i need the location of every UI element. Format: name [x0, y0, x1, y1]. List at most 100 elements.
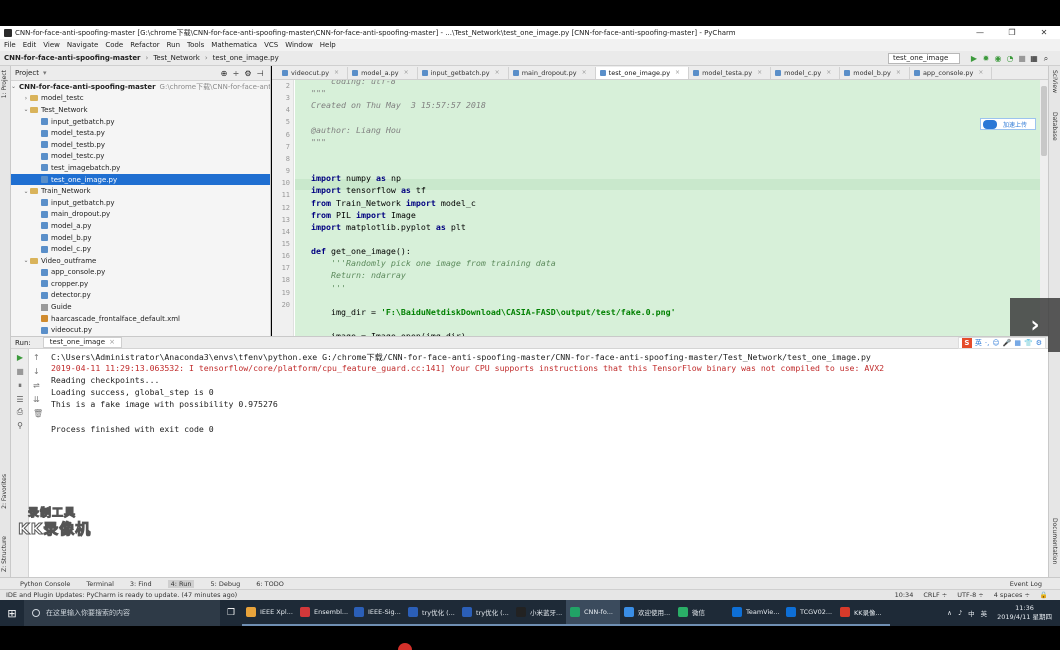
menu-item-mathematica[interactable]: Mathematica: [211, 41, 257, 49]
run-config-select[interactable]: test_one_image: [888, 53, 960, 64]
menu-item-view[interactable]: View: [43, 41, 60, 49]
database-tool-tab[interactable]: Database: [1051, 112, 1058, 141]
close-icon[interactable]: ×: [582, 67, 587, 79]
taskbar-app[interactable]: 微信: [674, 600, 728, 626]
chevron-icon[interactable]: ⌄: [22, 106, 30, 113]
taskbar-app[interactable]: TeamVie...: [728, 600, 782, 626]
tree-item[interactable]: model_a.py: [11, 220, 270, 232]
run-icon[interactable]: ▶: [968, 53, 980, 64]
structure-icon[interactable]: ▦: [1028, 53, 1040, 64]
taskbar-app[interactable]: try优化 (...: [404, 600, 458, 626]
stop-icon[interactable]: ■: [1016, 53, 1028, 64]
sogou-icon[interactable]: S: [961, 338, 972, 348]
taskbar-search[interactable]: 在这里输入你要搜索的内容: [24, 600, 220, 626]
close-icon[interactable]: ×: [109, 338, 115, 346]
tree-item[interactable]: haarcascade_frontalface_default.xml: [11, 313, 270, 325]
minimize-button[interactable]: —: [964, 26, 996, 39]
tree-item[interactable]: ⌄ Video_outframe: [11, 255, 270, 267]
breadcrumb-folder[interactable]: Test_Network: [153, 54, 200, 62]
hide-icon[interactable]: ⊣: [254, 69, 266, 78]
run-tab[interactable]: test_one_image ×: [42, 337, 122, 348]
close-icon[interactable]: ×: [757, 67, 762, 79]
file-encoding[interactable]: UTF-8 ÷: [957, 591, 983, 599]
close-button[interactable]: ✕: [1028, 26, 1060, 39]
rerun-icon[interactable]: ▶: [14, 353, 26, 362]
tab-videocut-py[interactable]: videocut.py ×: [278, 67, 349, 79]
close-icon[interactable]: ×: [978, 67, 983, 79]
close-icon[interactable]: ×: [404, 67, 409, 79]
tab-test-one-image-py[interactable]: test_one_image.py ×: [595, 67, 690, 79]
tree-item[interactable]: videocut.py: [11, 324, 270, 336]
tray-icon[interactable]: 英: [981, 608, 988, 618]
up-arrow-icon[interactable]: ↑: [33, 353, 40, 362]
menu-item-file[interactable]: File: [4, 41, 16, 49]
tray-icon[interactable]: ∧: [947, 609, 952, 617]
search-everywhere-icon[interactable]: ⌕: [1040, 53, 1052, 64]
indent-setting[interactable]: 4 spaces ÷: [994, 591, 1030, 599]
taskbar-app[interactable]: try优化 (...: [458, 600, 512, 626]
structure-tool-tab[interactable]: Z: Structure: [1, 536, 8, 572]
locate-icon[interactable]: ⊕: [218, 69, 230, 78]
down-arrow-icon[interactable]: ↓: [33, 367, 40, 376]
taskbar-app[interactable]: CNN-fo...: [566, 600, 620, 626]
status-message[interactable]: IDE and Plugin Updates: PyCharm is ready…: [6, 591, 237, 599]
breadcrumb-project[interactable]: CNN-for-face-anti-spoofing-master: [4, 54, 141, 62]
menu-item-tools[interactable]: Tools: [187, 41, 204, 49]
coverage-icon[interactable]: ◉: [992, 53, 1004, 64]
trash-icon[interactable]: 🗑: [33, 409, 43, 418]
run-console[interactable]: ↑ ↓ ⇌ ⇊ 🗑 C:\Users\Administrator\Anacond…: [29, 349, 1048, 577]
tab-model-a-py[interactable]: model_a.py ×: [348, 67, 418, 79]
favorites-tool-tab[interactable]: 2: Favorites: [1, 474, 8, 509]
bottom-tab-5-debug[interactable]: 5: Debug: [210, 580, 240, 588]
gear-icon[interactable]: ⚙: [242, 69, 254, 78]
ime-button[interactable]: 🎤: [1003, 339, 1012, 347]
tree-item[interactable]: cropper.py: [11, 278, 270, 290]
menu-item-navigate[interactable]: Navigate: [67, 41, 98, 49]
close-icon[interactable]: ×: [826, 67, 831, 79]
ime-button[interactable]: 英: [975, 338, 982, 348]
project-root[interactable]: ⌄ CNN-for-face-anti-spoofing-master G:\chr…: [11, 81, 270, 93]
close-icon[interactable]: ×: [675, 67, 680, 79]
taskbar-app[interactable]: 小米蓝牙...: [512, 600, 566, 626]
ime-button[interactable]: ☺: [992, 339, 999, 347]
ime-button[interactable]: 👕: [1024, 339, 1033, 347]
taskbar-clock[interactable]: 11:36 2019/4/11 星期四: [997, 604, 1052, 622]
tree-item[interactable]: input_getbatch.py: [11, 116, 270, 128]
menu-item-edit[interactable]: Edit: [23, 41, 37, 49]
tree-item[interactable]: › model_testc: [11, 93, 270, 105]
bottom-tab-terminal[interactable]: Terminal: [86, 580, 113, 588]
ime-button[interactable]: ⚙: [1036, 339, 1042, 347]
sciview-tool-tab[interactable]: SciView: [1051, 70, 1058, 93]
documentation-tool-tab[interactable]: Documentation: [1051, 518, 1058, 564]
tree-item[interactable]: Guide: [11, 301, 270, 313]
bottom-tab-4-run[interactable]: 4: Run: [167, 579, 195, 588]
chevron-icon[interactable]: ⌄: [22, 257, 30, 264]
taskbar-app[interactable]: Ensembl...: [296, 600, 350, 626]
close-icon[interactable]: ×: [495, 67, 500, 79]
taskbar-app[interactable]: TCGV02...: [782, 600, 836, 626]
tab-app-console-py[interactable]: app_console.py ×: [910, 67, 993, 79]
tree-item[interactable]: model_testb.py: [11, 139, 270, 151]
tree-item[interactable]: ⌄ Train_Network: [11, 185, 270, 197]
project-view-select[interactable]: Project: [15, 69, 39, 77]
tab-input-getbatch-py[interactable]: input_getbatch.py ×: [418, 67, 509, 79]
tree-item[interactable]: model_b.py: [11, 232, 270, 244]
menu-item-help[interactable]: Help: [320, 41, 336, 49]
stop-icon[interactable]: ■: [14, 367, 26, 376]
tree-item[interactable]: main_dropout.py: [11, 209, 270, 221]
restore-button[interactable]: ❐: [996, 26, 1028, 39]
tab-model-b-py[interactable]: model_b.py ×: [840, 67, 910, 79]
menu-item-code[interactable]: Code: [105, 41, 123, 49]
profile-icon[interactable]: ◔: [1004, 53, 1016, 64]
collapse-icon[interactable]: ÷: [230, 69, 242, 78]
print-icon[interactable]: ⎙: [14, 407, 26, 417]
menu-item-vcs[interactable]: VCS: [264, 41, 278, 49]
tree-item[interactable]: test_one_image.py: [11, 173, 270, 186]
taskbar-app[interactable]: IEEE-Sig...: [350, 600, 404, 626]
bottom-tab-python-console[interactable]: Python Console: [20, 580, 70, 588]
task-view-icon[interactable]: ❐: [220, 608, 242, 618]
tab-model-testa-py[interactable]: model_testa.py ×: [689, 67, 772, 79]
chevron-icon[interactable]: ›: [22, 95, 30, 102]
ime-button[interactable]: ▦: [1014, 339, 1021, 347]
windows-start-icon[interactable]: ⊞: [0, 600, 24, 626]
